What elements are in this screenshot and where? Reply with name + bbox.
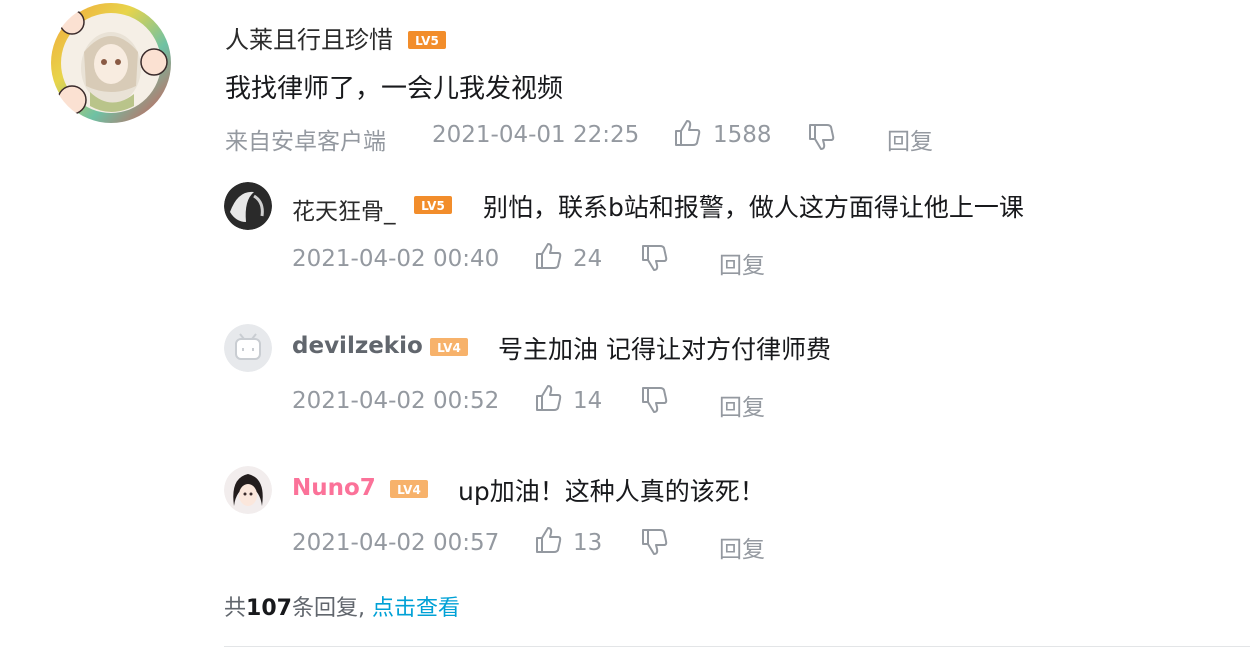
reply-button[interactable]: 回复 xyxy=(719,388,765,422)
view-more-replies-link[interactable]: 点击查看 xyxy=(372,596,460,621)
like-button[interactable] xyxy=(533,383,563,417)
level-badge-icon: LV4 xyxy=(390,480,428,502)
more-replies-count: 107 xyxy=(246,596,292,621)
avatar-icon xyxy=(51,3,171,123)
dislike-button[interactable] xyxy=(806,122,836,156)
reply-timestamp: 2021-04-02 00:57 xyxy=(292,530,500,556)
avatar-icon xyxy=(224,324,272,372)
reply-avatar[interactable] xyxy=(224,466,272,514)
like-icon xyxy=(675,120,701,146)
like-icon xyxy=(536,385,562,411)
dislike-icon xyxy=(809,124,835,150)
comment-text: 我找律师了，一会儿我发视频 xyxy=(225,74,564,104)
reply-username[interactable]: Nuno7 xyxy=(292,475,376,501)
level-badge-text: LV5 xyxy=(415,34,439,48)
reply-timestamp: 2021-04-02 00:52 xyxy=(292,388,500,414)
reply-username[interactable]: devilzekio xyxy=(292,333,423,359)
avatar-icon xyxy=(224,182,272,230)
reply-timestamp: 2021-04-02 00:40 xyxy=(292,246,500,272)
like-count: 14 xyxy=(573,388,603,414)
level-badge-icon: LV5 xyxy=(414,196,452,218)
reply-button[interactable]: 回复 xyxy=(719,246,765,280)
dislike-icon xyxy=(642,387,668,413)
dislike-button[interactable] xyxy=(639,527,669,561)
like-count: 13 xyxy=(573,530,603,556)
like-count: 1588 xyxy=(713,122,772,148)
reply-button[interactable]: 回复 xyxy=(887,122,933,156)
divider xyxy=(224,646,1250,647)
more-replies-suffix: 条回复, xyxy=(291,596,365,621)
like-button[interactable] xyxy=(533,241,563,275)
avatar-icon xyxy=(224,466,272,514)
level-badge-text: LV4 xyxy=(437,341,461,355)
dislike-icon xyxy=(642,245,668,271)
reply-avatar[interactable] xyxy=(224,182,272,230)
level-badge-icon: LV4 xyxy=(430,338,468,360)
reply-text: 别怕，联系b站和报警，做人这方面得让他上一课 xyxy=(483,193,1024,222)
like-button[interactable] xyxy=(672,118,702,152)
commenter-username[interactable]: 人莱且行且珍惜 xyxy=(225,20,393,55)
level-badge-text: LV4 xyxy=(397,483,421,497)
dislike-button[interactable] xyxy=(639,385,669,419)
dislike-button[interactable] xyxy=(639,243,669,277)
reply-text: 号主加油 记得让对方付律师费 xyxy=(498,335,831,364)
more-replies: 共107条回复, 点击查看 xyxy=(224,590,460,622)
dislike-icon xyxy=(642,529,668,555)
reply-avatar[interactable] xyxy=(224,324,272,372)
reply-button[interactable]: 回复 xyxy=(719,530,765,564)
commenter-avatar[interactable] xyxy=(50,2,172,124)
like-count: 24 xyxy=(573,246,603,272)
more-replies-prefix: 共 xyxy=(224,596,247,621)
reply-text: up加油！这种人真的该死！ xyxy=(458,477,765,506)
level-badge-text: LV5 xyxy=(421,199,445,213)
reply-username[interactable]: 花天狂骨_ xyxy=(292,192,396,226)
comment-source: 来自安卓客户端 xyxy=(225,129,386,155)
comment-timestamp: 2021-04-01 22:25 xyxy=(432,122,640,148)
like-button[interactable] xyxy=(533,525,563,559)
level-badge-icon: LV5 xyxy=(408,31,446,53)
like-icon xyxy=(536,243,562,269)
like-icon xyxy=(536,527,562,553)
